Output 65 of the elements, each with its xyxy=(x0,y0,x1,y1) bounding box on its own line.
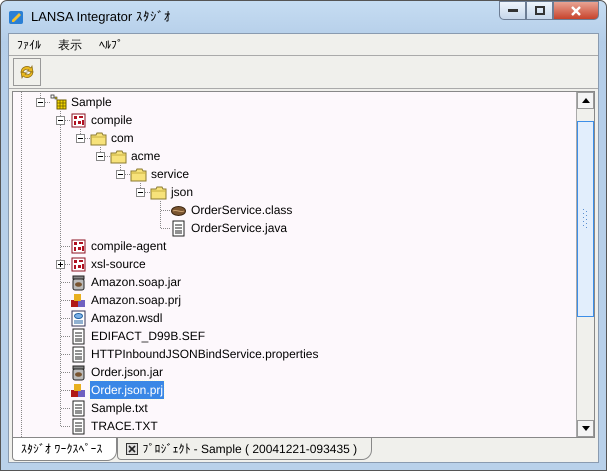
collapse-toggle[interactable] xyxy=(36,98,45,107)
tree-item[interactable]: Sample xyxy=(70,93,113,111)
tree-item[interactable]: HTTPInboundJSONBindService.properties xyxy=(90,345,320,363)
folder-icon xyxy=(150,184,167,200)
collapse-toggle[interactable] xyxy=(116,170,125,179)
collapse-toggle[interactable] xyxy=(96,152,105,161)
folder-icon xyxy=(110,148,127,164)
collapse-toggle[interactable] xyxy=(76,134,85,143)
project-icon xyxy=(50,94,67,110)
jar-icon xyxy=(70,364,87,380)
jar-icon xyxy=(70,274,87,290)
refresh-icon xyxy=(18,63,36,81)
tree-item[interactable]: Order.json.jar xyxy=(90,363,164,381)
tab[interactable]: ﾌﾟﾛｼﾞｪｸﾄ - Sample ( 20041221-093435 ) xyxy=(117,438,372,460)
text-file-icon xyxy=(70,328,87,344)
window-title: LANSA Integrator ｽﾀｼﾞｵ xyxy=(31,8,171,26)
tree-item[interactable]: EDIFACT_D99B.SEF xyxy=(90,327,206,345)
menu-item[interactable]: 表示 xyxy=(52,36,93,54)
tree-item[interactable]: Amazon.soap.prj xyxy=(90,291,182,309)
tree-item[interactable]: service xyxy=(150,165,190,183)
blocks-icon xyxy=(70,382,87,398)
close-icon[interactable] xyxy=(126,442,138,454)
folder-icon xyxy=(90,130,107,146)
tree-item[interactable]: Amazon.wsdl xyxy=(90,309,164,327)
minimize-button[interactable] xyxy=(499,1,526,20)
tab[interactable]: ｽﾀｼﾞｵ ﾜｰｸｽﾍﾟｰｽ xyxy=(12,438,118,461)
tree-item[interactable]: json xyxy=(170,183,194,201)
tree-item[interactable]: com xyxy=(110,129,135,147)
text-file-icon xyxy=(170,220,187,236)
text-file-icon xyxy=(70,400,87,416)
collapse-toggle[interactable] xyxy=(136,188,145,197)
close-button[interactable] xyxy=(553,1,599,20)
text-file-icon xyxy=(70,418,87,434)
scrollbar-thumb[interactable] xyxy=(577,121,594,317)
tree-item[interactable]: OrderService.class xyxy=(190,201,294,219)
tree-item[interactable]: Sample.txt xyxy=(90,399,149,417)
web-document-icon xyxy=(70,310,87,326)
blocks-icon xyxy=(70,292,87,308)
expand-toggle[interactable] xyxy=(56,260,65,269)
module-icon xyxy=(70,238,87,254)
tree-item[interactable]: TRACE.TXT xyxy=(90,417,159,435)
module-icon xyxy=(70,256,87,272)
tree-item[interactable]: Order.json.prj xyxy=(90,381,164,399)
close-icon xyxy=(570,6,582,16)
maximize-button[interactable] xyxy=(526,1,553,20)
tree-item[interactable]: xsl-source xyxy=(90,255,147,273)
minimize-icon xyxy=(508,8,518,12)
tree-item[interactable]: compile xyxy=(90,111,134,129)
refresh-button[interactable] xyxy=(13,58,41,86)
tree-item[interactable]: acme xyxy=(130,147,162,165)
menu-item[interactable]: ﾌｧｲﾙ xyxy=(11,36,52,54)
folder-icon xyxy=(130,166,147,182)
menu-item[interactable]: ﾍﾙﾌﾟ xyxy=(93,36,134,54)
tree-item[interactable]: compile-agent xyxy=(90,237,168,255)
tree-item[interactable]: OrderService.java xyxy=(190,219,288,237)
app-icon xyxy=(8,8,25,26)
tree-item[interactable]: Amazon.soap.jar xyxy=(90,273,182,291)
text-file-icon xyxy=(70,346,87,362)
up-arrow-icon xyxy=(582,98,590,103)
scroll-down-button[interactable] xyxy=(577,420,594,437)
scroll-up-button[interactable] xyxy=(577,92,594,109)
module-icon xyxy=(70,112,87,128)
collapse-toggle[interactable] xyxy=(56,116,65,125)
maximize-icon xyxy=(534,6,544,15)
down-arrow-icon xyxy=(582,426,590,431)
